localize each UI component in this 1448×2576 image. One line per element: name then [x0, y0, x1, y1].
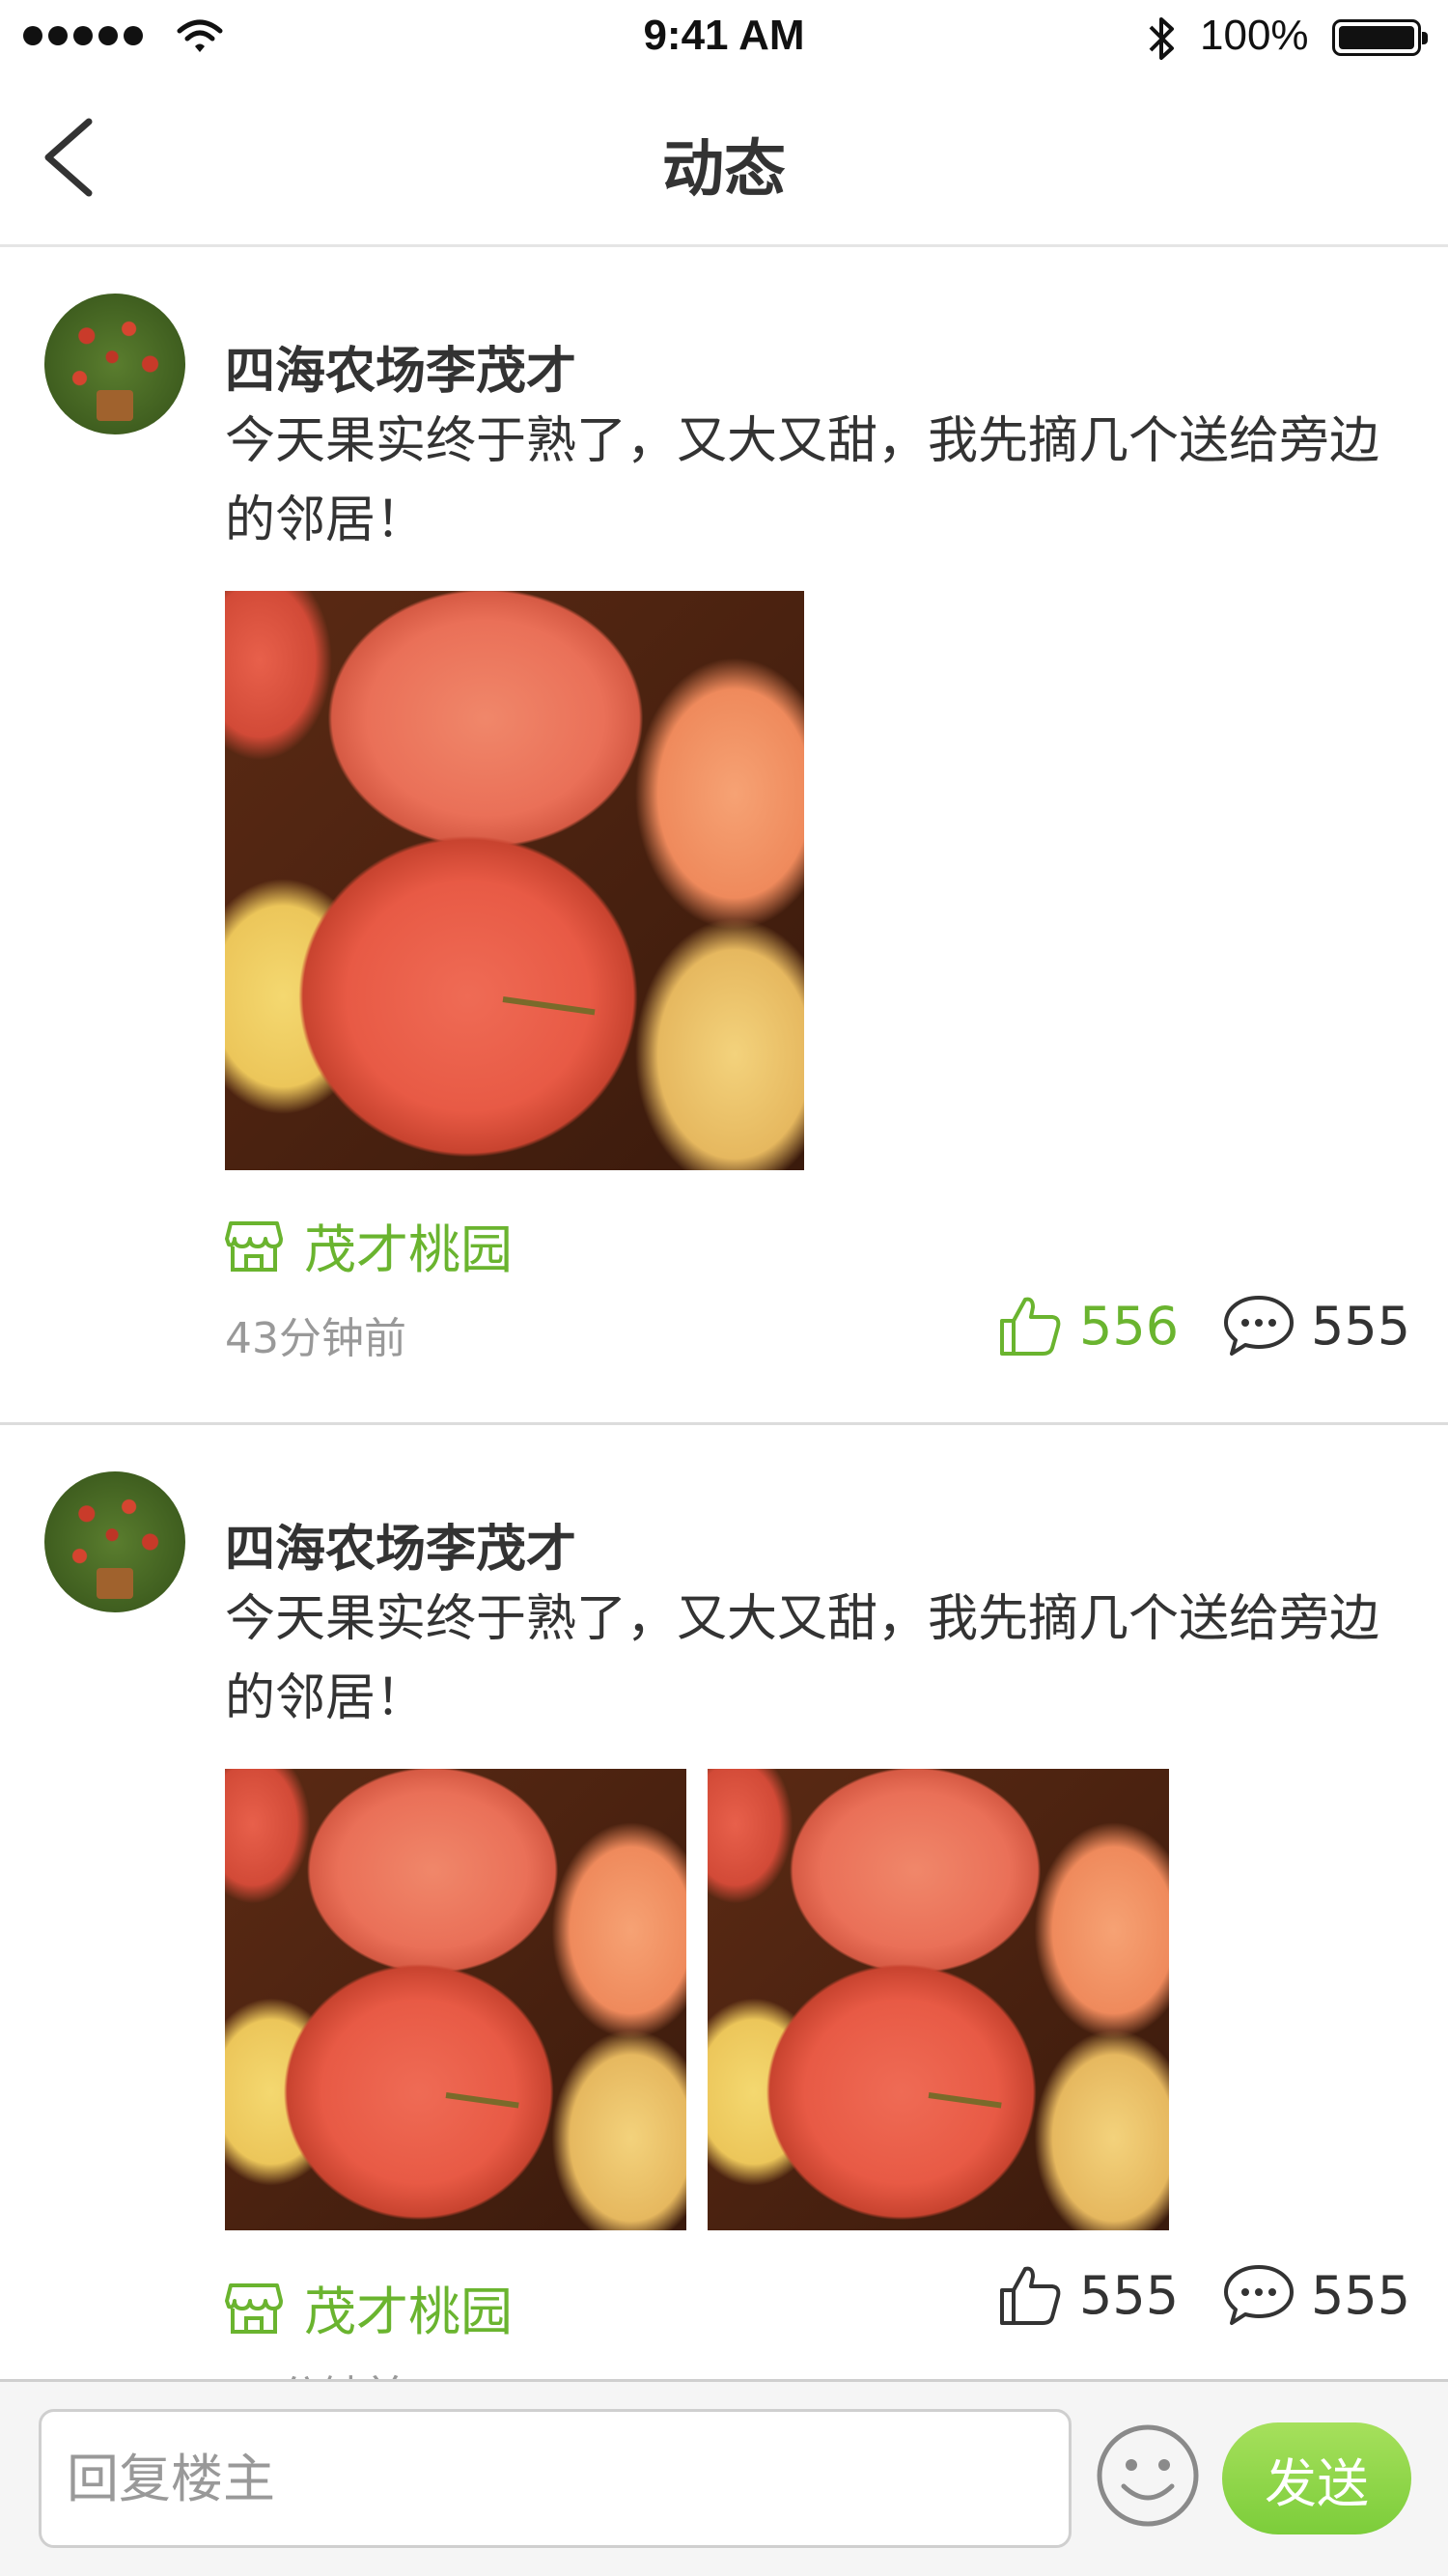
battery-icon — [1332, 19, 1428, 56]
post-author[interactable]: 四海农场李茂才 — [225, 330, 576, 403]
comment-count: 555 — [1311, 1295, 1411, 1357]
post-photo[interactable] — [225, 1769, 686, 2230]
post-photo[interactable] — [708, 1769, 1169, 2230]
battery-percent: 100% — [1200, 12, 1309, 59]
send-button[interactable]: 发送 — [1222, 2422, 1411, 2534]
comment-bubble-icon — [1224, 1296, 1294, 1356]
page-title: 动态 — [662, 134, 786, 206]
post-content: 今天果实终于熟了，又大又甜，我先摘几个送给旁边的邻居！ — [225, 1590, 1380, 1727]
bluetooth-icon — [1149, 17, 1174, 60]
avatar[interactable] — [44, 1471, 185, 1612]
post: 四海农场李茂才 今天果实终于熟了，又大又甜，我先摘几个送给旁边的邻居！ 茂才桃园… — [0, 247, 1448, 1425]
like-count: 556 — [1079, 1295, 1180, 1357]
status-bar: 9:41 AM 100% — [0, 0, 1448, 75]
reply-bar: 发送 — [0, 2379, 1448, 2576]
comment-count: 555 — [1311, 2264, 1411, 2326]
like-button[interactable]: 555 — [996, 2261, 1179, 2329]
like-count: 555 — [1079, 2264, 1180, 2326]
post-time: 43分钟前 — [225, 1314, 406, 1363]
like-button[interactable]: 556 — [996, 1292, 1179, 1359]
shop-name: 茂才桃园 — [304, 1219, 513, 1280]
feed[interactable]: 四海农场李茂才 今天果实终于熟了，又大又甜，我先摘几个送给旁边的邻居！ 茂才桃园… — [0, 247, 1448, 2422]
post: 四海农场李茂才 今天果实终于熟了，又大又甜，我先摘几个送给旁边的邻居！ 茂才桃园… — [0, 1425, 1448, 2422]
post-photo[interactable] — [225, 591, 804, 1170]
shop-name: 茂才桃园 — [304, 2282, 513, 2342]
comment-button[interactable]: 555 — [1222, 2261, 1410, 2329]
smiley-icon[interactable] — [1095, 2422, 1201, 2529]
store-icon — [225, 1220, 283, 1272]
comment-button[interactable]: 555 — [1222, 1292, 1410, 1359]
store-icon — [225, 2282, 283, 2334]
thumbs-up-icon — [1000, 2266, 1061, 2325]
comment-bubble-icon — [1224, 2265, 1294, 2325]
screen: 9:41 AM 100% 动态 四海农场李茂才 今天果实终于熟了，又大又甜，我先… — [0, 0, 1448, 2576]
post-content: 今天果实终于熟了，又大又甜，我先摘几个送给旁边的邻居！ — [225, 412, 1380, 549]
post-author[interactable]: 四海农场李茂才 — [225, 1508, 576, 1581]
nav-bar: 动态 — [0, 75, 1448, 247]
reply-input[interactable] — [39, 2409, 1072, 2548]
shop-link[interactable]: 茂才桃园 — [225, 1207, 513, 1283]
thumbs-up-icon — [1000, 1297, 1061, 1356]
avatar[interactable] — [44, 294, 185, 434]
shop-link[interactable]: 茂才桃园 — [225, 2269, 513, 2345]
